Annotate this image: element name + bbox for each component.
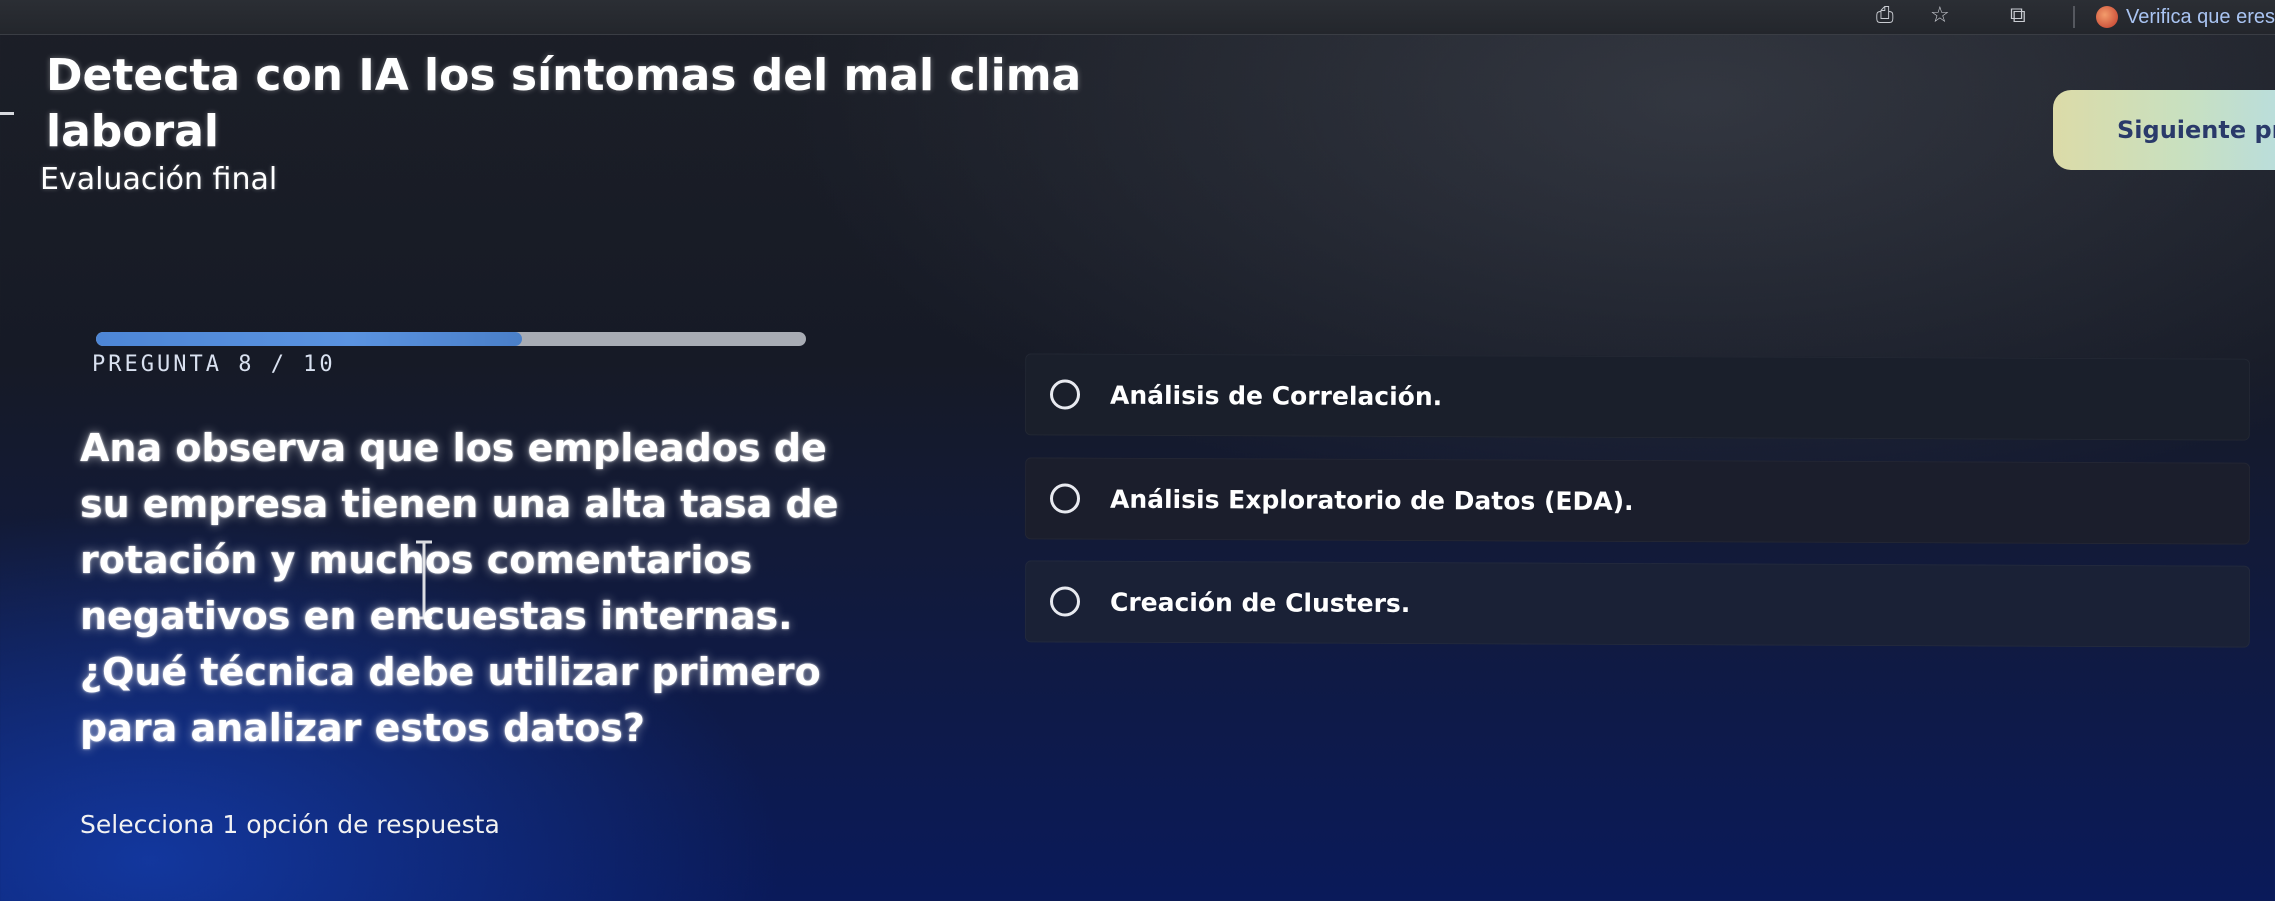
star-icon[interactable]: ☆ (1930, 4, 1950, 28)
next-question-button[interactable]: Siguiente pr (2053, 90, 2275, 170)
question-counter: PREGUNTA 8 / 10 (92, 352, 336, 377)
text-cursor-icon (416, 540, 432, 620)
progress-fill (96, 332, 522, 346)
install-app-icon[interactable]: ⎙ (1876, 4, 1894, 28)
radio-icon[interactable] (1049, 483, 1081, 514)
toolbar-divider (2073, 6, 2075, 28)
extensions-icon[interactable]: ⧉ (2010, 4, 2026, 28)
browser-toolbar: ⎙ ☆ ⧉ Verifica que eres (0, 0, 2275, 35)
course-title: Detecta con IA los síntomas del mal clim… (46, 50, 1082, 157)
answer-option-3[interactable]: Creación de Clusters. (1024, 560, 2251, 648)
radio-icon[interactable] (1049, 586, 1081, 617)
verify-text[interactable]: Verifica que eres (2126, 6, 2275, 29)
answer-option-label: Análisis de Correlación. (1109, 380, 1443, 411)
radio-icon[interactable] (1049, 379, 1081, 410)
answer-hint: Selecciona 1 opción de respuesta (80, 810, 500, 839)
section-title: Evaluación final (40, 162, 278, 197)
back-tick-mark (0, 112, 14, 115)
answer-option-2[interactable]: Análisis Exploratorio de Datos (EDA). (1024, 457, 2251, 545)
question-text: Ana observa que los empleados de su empr… (80, 426, 839, 750)
answer-option-label: Análisis Exploratorio de Datos (EDA). (1109, 484, 1634, 516)
profile-chip[interactable]: Verifica que eres (2096, 3, 2275, 31)
avatar[interactable] (2096, 6, 2118, 28)
answer-option-1[interactable]: Análisis de Correlación. (1024, 353, 2251, 441)
answer-option-label: Creación de Clusters. (1109, 587, 1411, 618)
progress-bar (96, 332, 806, 346)
